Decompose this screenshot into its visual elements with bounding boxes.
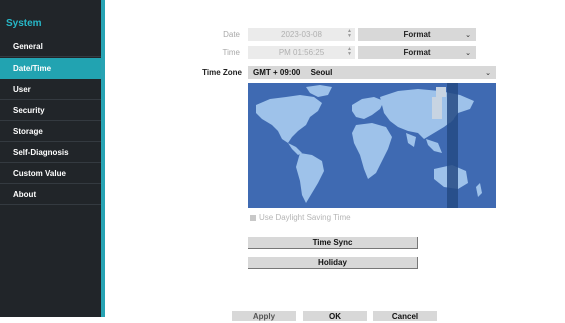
sidebar-item-user[interactable]: User: [0, 79, 101, 100]
sidebar-item-date-time[interactable]: Date/Time: [0, 58, 101, 79]
sidebar-title: System: [6, 18, 42, 29]
sidebar: System General Date/Time User Security S…: [0, 0, 101, 317]
date-value: 2023-03-08: [281, 30, 322, 39]
chevron-down-icon: ⌄: [485, 70, 491, 77]
time-spinner-icon[interactable]: ▲ ▼: [347, 47, 352, 57]
chevron-down-icon: ⌄: [465, 50, 471, 57]
daylight-saving-label: Use Daylight Saving Time: [259, 213, 351, 222]
ok-button[interactable]: OK: [303, 311, 367, 321]
time-zone-offset: GMT + 09:00: [253, 68, 301, 77]
apply-button[interactable]: Apply: [232, 311, 296, 321]
date-format-dropdown[interactable]: Format ⌄: [358, 28, 476, 41]
time-sync-button[interactable]: Time Sync: [248, 237, 418, 249]
chevron-down-icon: ⌄: [465, 32, 471, 39]
sidebar-item-storage[interactable]: Storage: [0, 121, 101, 142]
date-field[interactable]: 2023-03-08 ▲ ▼: [248, 28, 355, 41]
time-value: PM 01:56:25: [278, 48, 325, 57]
sidebar-item-about[interactable]: About: [0, 184, 101, 205]
sidebar-item-security[interactable]: Security: [0, 100, 101, 121]
time-zone-label: Time Zone: [202, 68, 242, 77]
sidebar-divider: [101, 0, 105, 317]
time-format-label: Format: [403, 48, 431, 57]
daylight-saving-option[interactable]: Use Daylight Saving Time: [250, 213, 351, 222]
time-field[interactable]: PM 01:56:25 ▲ ▼: [248, 46, 355, 59]
holiday-button[interactable]: Holiday: [248, 257, 418, 269]
date-format-label: Format: [403, 30, 431, 39]
time-zone-dropdown[interactable]: GMT + 09:00 Seoul ⌄: [248, 66, 496, 79]
time-format-dropdown[interactable]: Format ⌄: [358, 46, 476, 59]
time-label: Time: [222, 48, 240, 57]
date-spinner-icon[interactable]: ▲ ▼: [347, 29, 352, 39]
world-map-graphic: [248, 83, 496, 208]
date-label: Date: [223, 30, 240, 39]
cancel-button[interactable]: Cancel: [373, 311, 437, 321]
time-zone-city: Seoul: [310, 68, 333, 77]
sidebar-item-custom-value[interactable]: Custom Value: [0, 163, 101, 184]
daylight-saving-checkbox[interactable]: [250, 214, 256, 221]
sidebar-item-self-diagnosis[interactable]: Self-Diagnosis: [0, 142, 101, 163]
sidebar-item-general[interactable]: General: [0, 36, 101, 57]
world-map[interactable]: [248, 83, 496, 208]
